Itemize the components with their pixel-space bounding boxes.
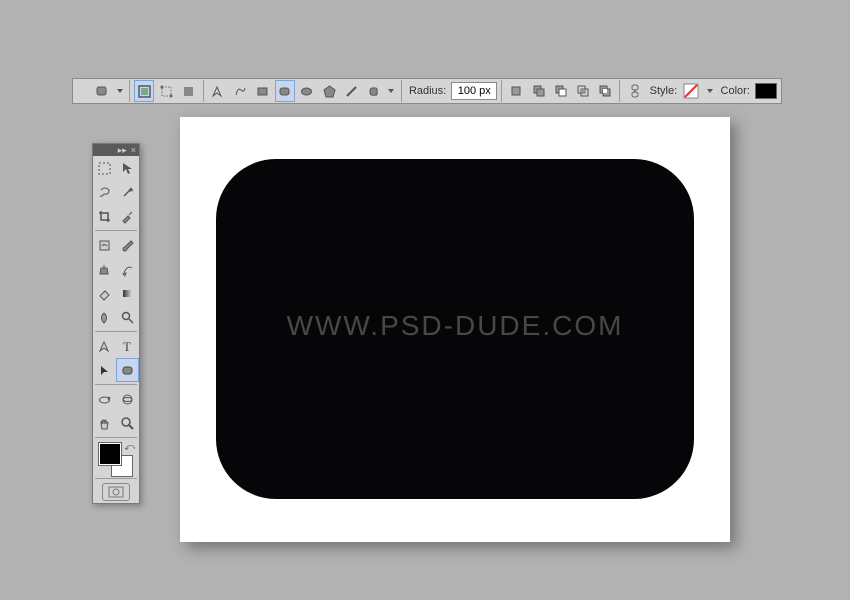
lasso-tool[interactable] <box>93 180 116 204</box>
clone-stamp-tool[interactable] <box>93 257 116 281</box>
crop-tool[interactable] <box>93 204 116 228</box>
shape-ellipse-button[interactable] <box>297 80 317 102</box>
move-tool[interactable] <box>116 156 139 180</box>
combine-exclude-button[interactable] <box>595 80 615 102</box>
shape-polygon-button[interactable] <box>319 80 339 102</box>
pen-tool[interactable] <box>93 334 116 358</box>
shape-tool[interactable] <box>116 358 139 382</box>
radius-label: Radius: <box>406 85 449 97</box>
combine-intersect-button[interactable] <box>573 80 593 102</box>
dodge-tool[interactable] <box>116 305 139 329</box>
watermark-text: WWW.PSD-DUDE.COM <box>180 310 730 342</box>
separator <box>95 384 137 385</box>
healing-brush-tool[interactable] <box>93 233 116 257</box>
eraser-tool[interactable] <box>93 281 116 305</box>
fill-color-swatch[interactable] <box>755 83 777 99</box>
color-label: Color: <box>718 85 753 97</box>
tools-panel: ▸▸ × T <box>92 143 140 504</box>
mode-paths-button[interactable] <box>156 80 176 102</box>
separator <box>95 437 137 438</box>
shape-rounded-rectangle-button[interactable] <box>275 80 295 102</box>
style-picker[interactable] <box>682 80 702 102</box>
gradient-tool[interactable] <box>116 281 139 305</box>
quick-mask-toggle[interactable] <box>102 483 130 501</box>
style-dropdown[interactable] <box>704 80 715 102</box>
combine-subtract-button[interactable] <box>551 80 571 102</box>
type-tool[interactable]: T <box>116 334 139 358</box>
radius-input[interactable] <box>451 82 497 100</box>
shape-rectangle-button[interactable] <box>252 80 272 102</box>
shape-custom-button[interactable] <box>364 80 384 102</box>
history-brush-tool[interactable] <box>116 257 139 281</box>
pen-tool-icon[interactable] <box>208 80 228 102</box>
style-label: Style: <box>647 85 681 97</box>
separator <box>95 331 137 332</box>
options-bar: Radius: Style: Color: <box>72 78 782 104</box>
marquee-tool[interactable] <box>93 156 116 180</box>
tool-preset-picker[interactable] <box>92 80 112 102</box>
link-icon[interactable] <box>624 80 644 102</box>
combine-new-button[interactable] <box>506 80 526 102</box>
shape-options-dropdown[interactable] <box>386 80 397 102</box>
freeform-pen-icon[interactable] <box>230 80 250 102</box>
eyedropper-tool[interactable] <box>116 204 139 228</box>
svg-text:T: T <box>123 339 131 354</box>
combine-add-button[interactable] <box>528 80 548 102</box>
tools-panel-header[interactable]: ▸▸ × <box>93 144 139 156</box>
3d-orbit-tool[interactable] <box>116 387 139 411</box>
panel-close-icon[interactable]: × <box>131 145 136 155</box>
color-selector: ⤺ <box>93 440 139 476</box>
brush-tool[interactable] <box>116 233 139 257</box>
magic-wand-tool[interactable] <box>116 180 139 204</box>
separator <box>95 230 137 231</box>
swap-colors-icon[interactable]: ⤺ <box>124 442 135 453</box>
separator <box>501 80 502 102</box>
mode-shape-layers-button[interactable] <box>134 80 154 102</box>
mode-fill-pixels-button[interactable] <box>179 80 199 102</box>
separator <box>129 80 130 102</box>
shape-line-button[interactable] <box>341 80 361 102</box>
tool-preset-dropdown[interactable] <box>114 80 125 102</box>
panel-collapse-icon[interactable]: ▸▸ <box>118 145 127 156</box>
separator <box>619 80 620 102</box>
blur-tool[interactable] <box>93 305 116 329</box>
separator <box>401 80 402 102</box>
3d-rotate-tool[interactable] <box>93 387 116 411</box>
hand-tool[interactable] <box>93 411 116 435</box>
path-selection-tool[interactable] <box>93 358 116 382</box>
separator <box>95 478 137 479</box>
foreground-color-swatch[interactable] <box>99 443 121 465</box>
separator <box>203 80 204 102</box>
zoom-tool[interactable] <box>116 411 139 435</box>
